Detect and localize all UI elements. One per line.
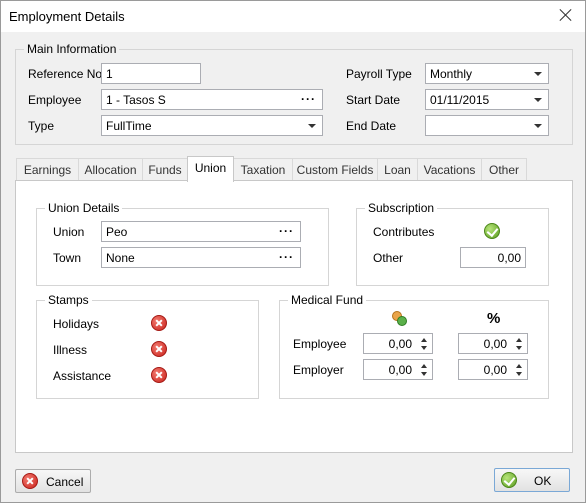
arrow-down-icon[interactable] — [516, 372, 522, 376]
medical-employer-label: Employer — [293, 363, 344, 377]
end-date-picker[interactable] — [425, 115, 549, 136]
tab-vacations[interactable]: Vacations — [417, 158, 482, 181]
stamps-label: Stamps — [45, 293, 92, 307]
stamp-assistance-label: Assistance — [53, 369, 112, 383]
main-information-label: Main Information — [24, 42, 120, 56]
arrow-down-icon[interactable] — [421, 372, 427, 376]
ok-check-icon — [501, 472, 517, 488]
ok-button[interactable]: OK — [494, 468, 570, 492]
union-browse-icon[interactable]: ··· — [279, 224, 294, 238]
tab-label: Other — [488, 163, 519, 177]
medical-employee-percent-value: 0,00 — [483, 337, 507, 351]
union-tab-panel: Union Details Union Peo ··· Town None ··… — [15, 180, 573, 453]
contributes-check-icon[interactable] — [484, 223, 500, 239]
subscription-label: Subscription — [365, 201, 438, 215]
tab-taxation[interactable]: Taxation — [233, 158, 293, 181]
payroll-type-select[interactable]: Monthly — [425, 63, 549, 84]
town-browse-icon[interactable]: ··· — [279, 250, 294, 264]
start-date-picker[interactable]: 01/11/2015 — [425, 89, 549, 110]
ok-button-label: OK — [534, 474, 552, 488]
stamp-holidays-cross-icon[interactable] — [151, 315, 167, 331]
town-value: None — [106, 251, 135, 265]
tab-earnings[interactable]: Earnings — [16, 158, 79, 181]
tab-allocation[interactable]: Allocation — [78, 158, 143, 181]
payroll-type-label: Payroll Type — [346, 67, 412, 81]
stamp-holidays-label: Holidays — [53, 317, 100, 331]
cancel-button-label: Cancel — [46, 475, 84, 489]
medical-employer-amount-stepper[interactable]: 0,00 — [363, 359, 433, 380]
other-amount-value: 0,00 — [497, 251, 521, 265]
tab-other[interactable]: Other — [481, 158, 527, 181]
union-label: Union — [53, 225, 85, 239]
arrow-up-icon[interactable] — [421, 364, 427, 368]
medical-employee-amount-stepper[interactable]: 0,00 — [363, 333, 433, 354]
chevron-down-icon[interactable] — [534, 124, 542, 128]
close-icon[interactable] — [557, 6, 575, 24]
stamp-assistance-cross-icon[interactable] — [151, 367, 167, 383]
union-details-label: Union Details — [45, 201, 123, 215]
start-date-label: Start Date — [346, 93, 401, 107]
reference-no-input[interactable]: 1 — [101, 63, 201, 84]
town-label: Town — [53, 251, 82, 265]
stamp-illness-label: Illness — [53, 343, 88, 357]
reference-no-label: Reference No — [28, 67, 103, 81]
money-icon — [392, 311, 407, 326]
tab-loan[interactable]: Loan — [377, 158, 418, 181]
other-label: Other — [373, 251, 404, 265]
medical-employer-amount-value: 0,00 — [388, 363, 412, 377]
medical-employee-label: Employee — [293, 337, 347, 351]
tab-label: Loan — [384, 163, 411, 177]
union-input[interactable]: Peo ··· — [101, 221, 301, 242]
tab-funds[interactable]: Funds — [142, 158, 188, 181]
arrow-up-icon[interactable] — [516, 364, 522, 368]
start-date-value: 01/11/2015 — [430, 93, 490, 107]
type-value: FullTime — [106, 119, 152, 133]
tab-label: Vacations — [423, 163, 476, 177]
tab-union[interactable]: Union — [187, 156, 234, 182]
other-amount-input[interactable]: 0,00 — [460, 247, 526, 268]
chevron-down-icon[interactable] — [534, 98, 542, 102]
medical-employee-amount-value: 0,00 — [388, 337, 412, 351]
chevron-down-icon[interactable] — [308, 124, 316, 128]
tab-label: Earnings — [23, 163, 72, 177]
reference-no-value: 1 — [106, 67, 113, 81]
stamp-illness-cross-icon[interactable] — [151, 341, 167, 357]
cancel-icon — [22, 473, 38, 489]
medical-fund-label: Medical Fund — [288, 293, 367, 307]
arrow-down-icon[interactable] — [421, 346, 427, 350]
tab-label: Funds — [148, 163, 182, 177]
chevron-down-icon[interactable] — [534, 72, 542, 76]
medical-employee-percent-stepper[interactable]: 0,00 — [458, 333, 528, 354]
employee-browse-icon[interactable]: ··· — [301, 92, 316, 106]
medical-employer-percent-stepper[interactable]: 0,00 — [458, 359, 528, 380]
tab-label: Allocation — [84, 163, 137, 177]
union-value: Peo — [106, 225, 128, 239]
cancel-button[interactable]: Cancel — [15, 469, 91, 493]
employee-label: Employee — [28, 93, 82, 107]
type-label: Type — [28, 119, 55, 133]
type-select[interactable]: FullTime — [101, 115, 323, 136]
tab-custom-fields[interactable]: Custom Fields — [292, 158, 378, 181]
tab-label: Taxation — [240, 163, 286, 177]
title-bar: Employment Details — [1, 1, 585, 32]
employee-input[interactable]: 1 - Tasos S ··· — [101, 89, 323, 110]
arrow-down-icon[interactable] — [516, 346, 522, 350]
tab-label: Union — [194, 161, 227, 175]
end-date-label: End Date — [346, 119, 397, 133]
employee-value: 1 - Tasos S — [106, 93, 166, 107]
tab-label: Custom Fields — [296, 163, 374, 177]
town-input[interactable]: None ··· — [101, 247, 301, 268]
payroll-type-value: Monthly — [430, 67, 473, 81]
arrow-up-icon[interactable] — [516, 338, 522, 342]
window-title: Employment Details — [9, 9, 125, 24]
medical-employer-percent-value: 0,00 — [483, 363, 507, 377]
arrow-up-icon[interactable] — [421, 338, 427, 342]
percent-header: % — [487, 310, 501, 327]
employment-details-window: Employment Details Main Information Refe… — [0, 0, 586, 503]
contributes-label: Contributes — [373, 225, 435, 239]
